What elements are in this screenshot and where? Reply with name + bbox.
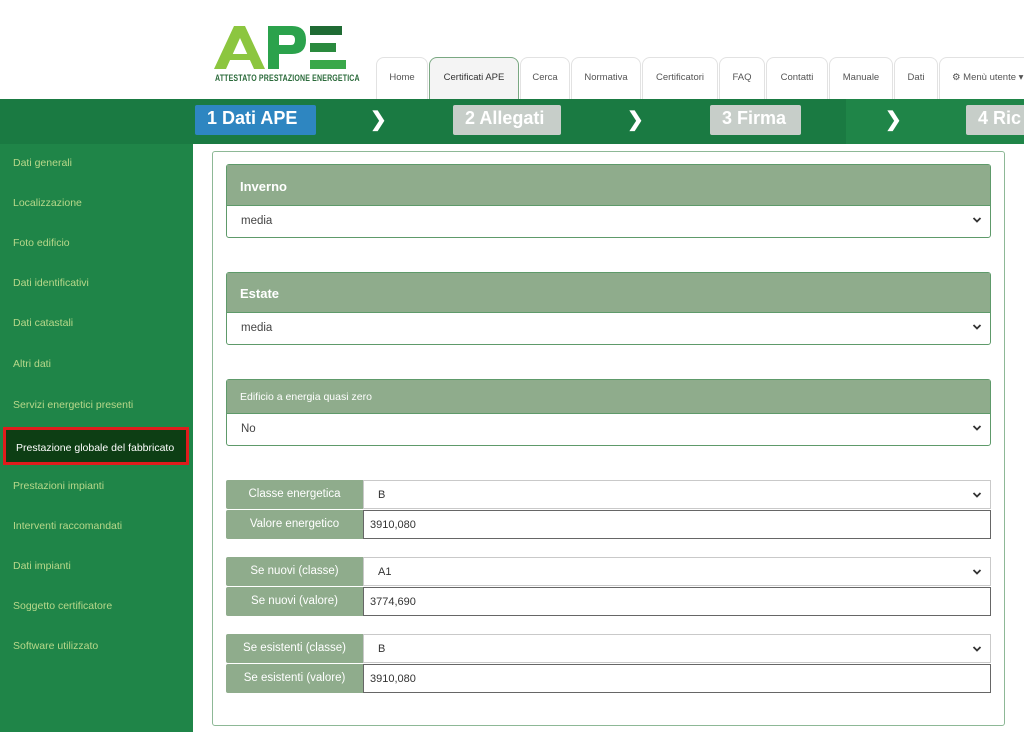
chevron-down-icon (972, 646, 982, 652)
esistenti-valore-input[interactable]: 3910,080 (363, 664, 991, 693)
chevron-down-icon (972, 425, 982, 431)
tab-menu-utente-label: Menù utente (963, 72, 1016, 83)
nuovi-classe-row: Se nuovi (classe) A1 (226, 557, 991, 586)
classe-energetica-value: B (378, 489, 386, 501)
sidebar-item-dati-catastali[interactable]: Dati catastali (13, 317, 73, 329)
tab-menu-utente[interactable]: ⚙ Menù utente ▾ (939, 57, 1024, 99)
sidebar-item-localizzazione[interactable]: Localizzazione (13, 197, 82, 209)
valore-energetico-label: Valore energetico (226, 510, 363, 539)
tab-faq[interactable]: FAQ (719, 57, 765, 99)
estate-title: Estate (227, 273, 990, 313)
classe-energetica-row: Classe energetica B (226, 480, 991, 509)
step-1-dati-ape[interactable]: 1 Dati APE (195, 105, 316, 135)
nuovi-valore-input[interactable]: 3774,690 (363, 587, 991, 616)
sidebar-item-foto-edificio[interactable]: Foto edificio (13, 237, 70, 249)
tab-dati[interactable]: Dati (894, 57, 938, 99)
nzeb-title: Edificio a energia quasi zero (227, 380, 990, 414)
inverno-title: Inverno (227, 165, 990, 206)
tab-normativa[interactable]: Normativa (571, 57, 641, 99)
chevron-down-icon (972, 324, 982, 330)
caret-down-icon: ▾ (1018, 72, 1024, 83)
chevron-down-icon (972, 492, 982, 498)
header: ATTESTATO PRESTAZIONE ENERGETICA Home Ce… (0, 0, 1024, 99)
step-2-allegati[interactable]: 2 Allegati (453, 105, 561, 135)
sidebar: Dati generali Localizzazione Foto edific… (0, 144, 193, 732)
main-nav-tabs: Home Certificati APE Cerca Normativa Cer… (376, 57, 1024, 99)
nuovi-valore-row: Se nuovi (valore) 3774,690 (226, 587, 991, 616)
nzeb-panel: Edificio a energia quasi zero No (226, 379, 991, 446)
classe-energetica-select[interactable]: B (363, 480, 991, 509)
sidebar-item-dati-impianti[interactable]: Dati impianti (13, 560, 71, 572)
wizard-steps-bar: 1 Dati APE ❯ 2 Allegati ❯ 3 Firma ❯ 4 Ri… (0, 99, 1024, 144)
sidebar-item-dati-generali[interactable]: Dati generali (13, 157, 72, 169)
valore-energetico-input[interactable]: 3910,080 (363, 510, 991, 539)
step-3-firma[interactable]: 3 Firma (710, 105, 801, 135)
tab-cerca[interactable]: Cerca (520, 57, 570, 99)
tab-contatti[interactable]: Contatti (766, 57, 828, 99)
chevron-down-icon (972, 217, 982, 223)
estate-panel: Estate media (226, 272, 991, 345)
esistenti-classe-value: B (378, 643, 386, 655)
inverno-value: media (241, 215, 273, 227)
chevron-right-icon: ❯ (885, 109, 902, 131)
chevron-down-icon (972, 569, 982, 575)
esistenti-valore-row: Se esistenti (valore) 3910,080 (226, 664, 991, 693)
sidebar-item-dati-identificativi[interactable]: Dati identificativi (13, 277, 89, 289)
nuovi-classe-label: Se nuovi (classe) (226, 557, 363, 586)
esistenti-classe-row: Se esistenti (classe) B (226, 634, 991, 663)
esistenti-classe-label: Se esistenti (classe) (226, 634, 363, 663)
chevron-right-icon: ❯ (370, 109, 387, 131)
sidebar-item-soggetto-certificatore[interactable]: Soggetto certificatore (13, 600, 112, 612)
logo-subtitle: ATTESTATO PRESTAZIONE ENERGETICA (215, 73, 360, 83)
inverno-select[interactable]: media (227, 206, 990, 237)
esistenti-valore-label: Se esistenti (valore) (226, 664, 363, 693)
tab-certificati-ape[interactable]: Certificati APE (429, 57, 519, 99)
estate-value: media (241, 322, 273, 334)
tab-certificatori[interactable]: Certificatori (642, 57, 718, 99)
tab-manuale[interactable]: Manuale (829, 57, 893, 99)
valore-energetico-row: Valore energetico 3910,080 (226, 510, 991, 539)
sidebar-item-prestazioni-impianti[interactable]: Prestazioni impianti (13, 480, 104, 492)
chevron-right-icon: ❯ (627, 109, 644, 131)
sidebar-item-software-utilizzato[interactable]: Software utilizzato (13, 640, 98, 652)
nuovi-classe-select[interactable]: A1 (363, 557, 991, 586)
esistenti-classe-select[interactable]: B (363, 634, 991, 663)
tab-home[interactable]: Home (376, 57, 428, 99)
gear-icon: ⚙ (952, 72, 961, 83)
main-content: Inverno media Estate media Edificio a en… (193, 144, 1024, 732)
step-4[interactable]: 4 Ric (966, 105, 1024, 135)
sidebar-item-interventi-raccomandati[interactable]: Interventi raccomandati (13, 520, 122, 532)
sidebar-item-servizi-energetici[interactable]: Servizi energetici presenti (13, 399, 133, 411)
nuovi-valore-label: Se nuovi (valore) (226, 587, 363, 616)
classe-energetica-label: Classe energetica (226, 480, 363, 509)
sidebar-item-prestazione-globale[interactable]: Prestazione globale del fabbricato (3, 427, 189, 465)
estate-select[interactable]: media (227, 313, 990, 344)
nuovi-classe-value: A1 (378, 566, 392, 578)
nzeb-value: No (241, 423, 256, 435)
nzeb-select[interactable]: No (227, 414, 990, 445)
inverno-panel: Inverno media (226, 164, 991, 238)
sidebar-item-altri-dati[interactable]: Altri dati (13, 358, 51, 370)
